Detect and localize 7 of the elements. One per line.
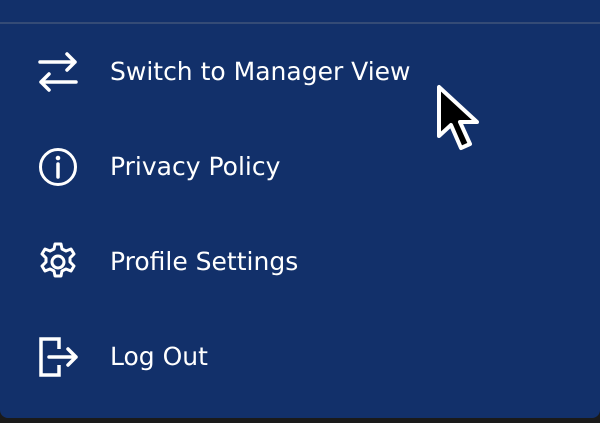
info-icon [38,146,78,186]
menu-item[interactable]: Profile Settings [0,214,600,309]
menu-item[interactable]: Privacy Policy [0,119,600,214]
menu-item[interactable]: Log Out [0,309,600,404]
swap-icon [38,52,78,92]
logout-icon [38,336,78,376]
menu-item[interactable]: Switch to Manager View [0,24,600,119]
